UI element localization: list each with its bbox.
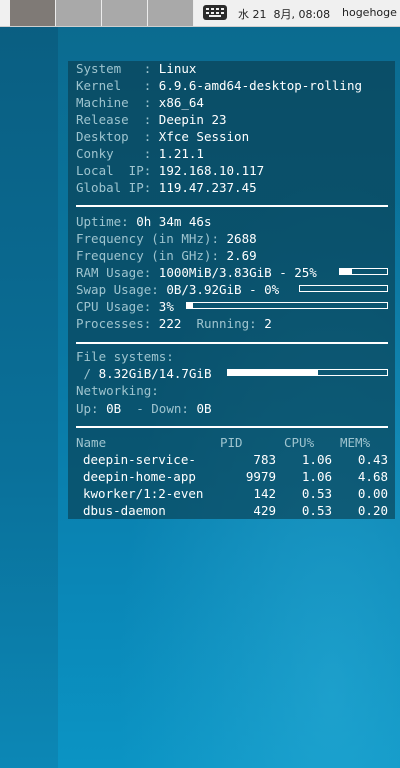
col-pid-header: PID: [220, 435, 243, 450]
workspace-3-button[interactable]: [102, 0, 148, 26]
process-name: kworker/1:2-even: [83, 486, 204, 501]
top-panel: 水 21 8月, 08:08 hogehoge: [0, 0, 400, 27]
row-conky: Conky : 1.21.1: [76, 146, 204, 162]
row-root-fs: / 8.32GiB/14.7GiB: [76, 366, 212, 382]
up-label: Up:: [76, 401, 99, 416]
divider-3: [76, 426, 388, 428]
root-fs-label: /: [76, 366, 92, 381]
workspace-4-button[interactable]: [148, 0, 194, 26]
row-machine: Machine : x86_64: [76, 95, 204, 111]
row-freq-ghz: Frequency (in GHz): 2.69: [76, 248, 257, 264]
row-cpu: CPU Usage: 3%: [76, 299, 174, 315]
desktop-label: Desktop :: [76, 129, 152, 144]
process-mem: 0.43: [357, 452, 388, 467]
freq-ghz-value: 2.69: [226, 248, 257, 263]
process-mem: 0.00: [357, 486, 388, 501]
swap-usage-bar: [299, 285, 388, 292]
process-name: dbus-daemon: [83, 503, 166, 518]
process-mem: 0.20: [357, 503, 388, 518]
uptime-value: 0h 34m 46s: [136, 214, 212, 229]
conky-value: 1.21.1: [158, 146, 204, 161]
wallpaper-left-strip: [0, 26, 58, 768]
process-pid: 783: [253, 452, 276, 467]
process-name: deepin-service-: [83, 452, 196, 467]
process-name: deepin-home-app: [83, 469, 196, 484]
swap-value: 0B/3.92GiB - 0%: [166, 282, 280, 297]
process-pid: 9979: [245, 469, 276, 484]
col-name-header: Name: [76, 435, 107, 450]
process-pid: 142: [253, 486, 276, 501]
ram-usage-bar-fill: [340, 269, 352, 274]
swap-label: Swap Usage:: [76, 282, 159, 297]
freq-mhz-label: Frequency (in MHz):: [76, 231, 219, 246]
root-fs-bar-fill: [228, 370, 318, 375]
process-pid: 429: [253, 503, 276, 518]
row-freq-mhz: Frequency (in MHz): 2688: [76, 231, 257, 247]
machine-label: Machine :: [76, 95, 152, 110]
release-value: Deepin 23: [158, 112, 227, 127]
global-ip-label: Global IP:: [76, 180, 152, 195]
freq-mhz-value: 2688: [226, 231, 257, 246]
ram-label: RAM Usage:: [76, 265, 152, 280]
conky-label: Conky :: [76, 146, 152, 161]
row-uptime: Uptime: 0h 34m 46s: [76, 214, 211, 230]
system-value: Linux: [158, 61, 197, 76]
uptime-label: Uptime:: [76, 214, 129, 229]
root-fs-value: 8.32GiB/14.7GiB: [98, 366, 212, 381]
cpu-usage-bar: [186, 302, 388, 309]
processes-value: 222: [158, 316, 182, 331]
ram-usage-bar: [339, 268, 388, 275]
user-menu[interactable]: hogehoge: [342, 6, 397, 19]
process-cpu: 0.53: [301, 486, 332, 501]
row-kernel: Kernel : 6.9.6-amd64-desktop-rolling: [76, 78, 362, 94]
global-ip-value: 119.47.237.45: [158, 180, 257, 195]
system-label: System :: [76, 61, 152, 76]
process-cpu: 0.53: [301, 503, 332, 518]
file-systems-title: File systems:: [76, 349, 174, 364]
col-cpu-header: CPU%: [284, 435, 315, 450]
process-mem: 4.68: [357, 469, 388, 484]
machine-value: x86_64: [158, 95, 204, 110]
running-label: Running:: [196, 316, 257, 331]
row-swap: Swap Usage: 0B/3.92GiB - 0%: [76, 282, 279, 298]
row-network: Up: 0B - Down: 0B: [76, 401, 212, 417]
row-desktop: Desktop : Xfce Session: [76, 129, 249, 145]
local-ip-value: 192.168.10.117: [158, 163, 265, 178]
col-mem-header: MEM%: [340, 435, 371, 450]
row-release: Release : Deepin 23: [76, 112, 227, 128]
process-cpu: 1.06: [301, 469, 332, 484]
workspace-2-button[interactable]: [56, 0, 102, 26]
local-ip-label: Local IP:: [76, 163, 152, 178]
processes-label: Processes:: [76, 316, 152, 331]
freq-ghz-label: Frequency (in GHz):: [76, 248, 219, 263]
root-fs-bar: [227, 369, 388, 376]
row-processes: Processes: 222 Running: 2: [76, 316, 272, 332]
cpu-label: CPU Usage:: [76, 299, 152, 314]
desktop-value: Xfce Session: [158, 129, 250, 144]
row-local-ip: Local IP: 192.168.10.117: [76, 163, 264, 179]
cpu-value: 3%: [158, 299, 174, 314]
divider-2: [76, 342, 388, 344]
up-value: 0B: [106, 401, 122, 416]
down-label: - Down:: [136, 401, 189, 416]
ram-value: 1000MiB/3.83GiB - 25%: [158, 265, 317, 280]
kernel-value: 6.9.6-amd64-desktop-rolling: [158, 78, 362, 93]
release-label: Release :: [76, 112, 152, 127]
workspace-1-button[interactable]: [10, 0, 56, 26]
kernel-label: Kernel :: [76, 78, 152, 93]
conky-widget: System : Linux Kernel : 6.9.6-amd64-desk…: [68, 61, 395, 519]
cpu-usage-bar-fill: [187, 303, 193, 308]
down-value: 0B: [196, 401, 212, 416]
row-system: System : Linux: [76, 61, 196, 77]
keyboard-icon[interactable]: [203, 5, 227, 20]
row-ram: RAM Usage: 1000MiB/3.83GiB - 25%: [76, 265, 317, 281]
process-cpu: 1.06: [301, 452, 332, 467]
divider-1: [76, 205, 388, 207]
running-value: 2: [264, 316, 272, 331]
row-global-ip: Global IP: 119.47.237.45: [76, 180, 257, 196]
clock[interactable]: 水 21 8月, 08:08: [238, 6, 330, 22]
networking-title: Networking:: [76, 383, 159, 398]
